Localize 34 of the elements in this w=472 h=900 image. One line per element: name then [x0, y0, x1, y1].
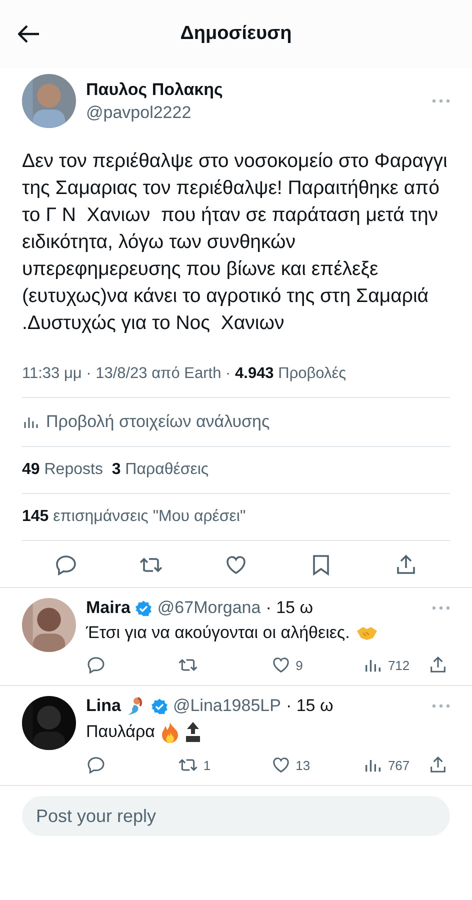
page-title: Δημοσίευση — [180, 23, 292, 44]
reply-field[interactable]: Post your reply — [22, 796, 450, 836]
count: 1 — [203, 758, 211, 772]
reply-text: Έτσι για να ακούγονται οι αλήθειες. — [86, 623, 350, 643]
count: 13 — [296, 758, 310, 772]
count: 712 — [388, 658, 410, 672]
count: 767 — [388, 758, 410, 772]
reply-time: · 15 ω — [266, 598, 313, 618]
reply-time: · 15 ω — [286, 696, 334, 716]
count: 9 — [296, 658, 303, 672]
heart-icon[interactable] — [270, 755, 291, 775]
fire-icon — [160, 721, 179, 743]
reply-author-name[interactable]: Lina — [86, 696, 121, 716]
reply-icon[interactable] — [86, 655, 106, 675]
like-stats[interactable]: 145 επισημάνσεις "Μου αρέσει" — [22, 508, 246, 526]
reply-author-handle[interactable]: @67Morgana — [157, 598, 261, 618]
reply-author-handle[interactable]: @Lina1985LP — [172, 696, 281, 716]
reply-author-name[interactable]: Maira — [86, 598, 130, 618]
reply-text: Παυλάρα — [86, 722, 155, 742]
repost-stats[interactable]: 49 Reposts 3 Παραθέσεις — [22, 461, 209, 479]
reply-icon[interactable] — [54, 553, 78, 577]
author-handle[interactable]: @pavpol2222 — [86, 102, 422, 122]
post-meta: 11:33 μμ · 13/8/23 από Earth · 4.943 Προβολές — [22, 365, 346, 382]
share-icon[interactable] — [394, 553, 418, 577]
post-text: Δεν τον περιέθαλψε στο νοσοκομείο στο Φαραγγι της Σαμαριας τον περιέθαλψε! Παραιτήθηκε από το Γ Ν Χανιων που ήταν σε παράταση μετά την ειδικότητα, λόγω των συνθηκών υπερεφημερευσης που βίωνε και επέλεξε (ευτυχως)να κάνει το αγροτικό της στη Σαμαριά .Δυστυχώς για το Νος Χανιων — [21, 149, 448, 336]
share-icon[interactable] — [428, 755, 448, 775]
analytics-link[interactable]: Προβολή στοιχείων ανάλυσης — [46, 412, 270, 432]
top-arrow-icon — [184, 721, 201, 743]
share-icon[interactable] — [428, 655, 448, 675]
heart-icon[interactable] — [224, 553, 248, 577]
author-name[interactable]: Παυλος Πολακης — [86, 80, 422, 100]
heart-icon[interactable] — [270, 655, 291, 675]
back-icon[interactable] — [18, 25, 40, 43]
reply-icon[interactable] — [86, 755, 106, 775]
